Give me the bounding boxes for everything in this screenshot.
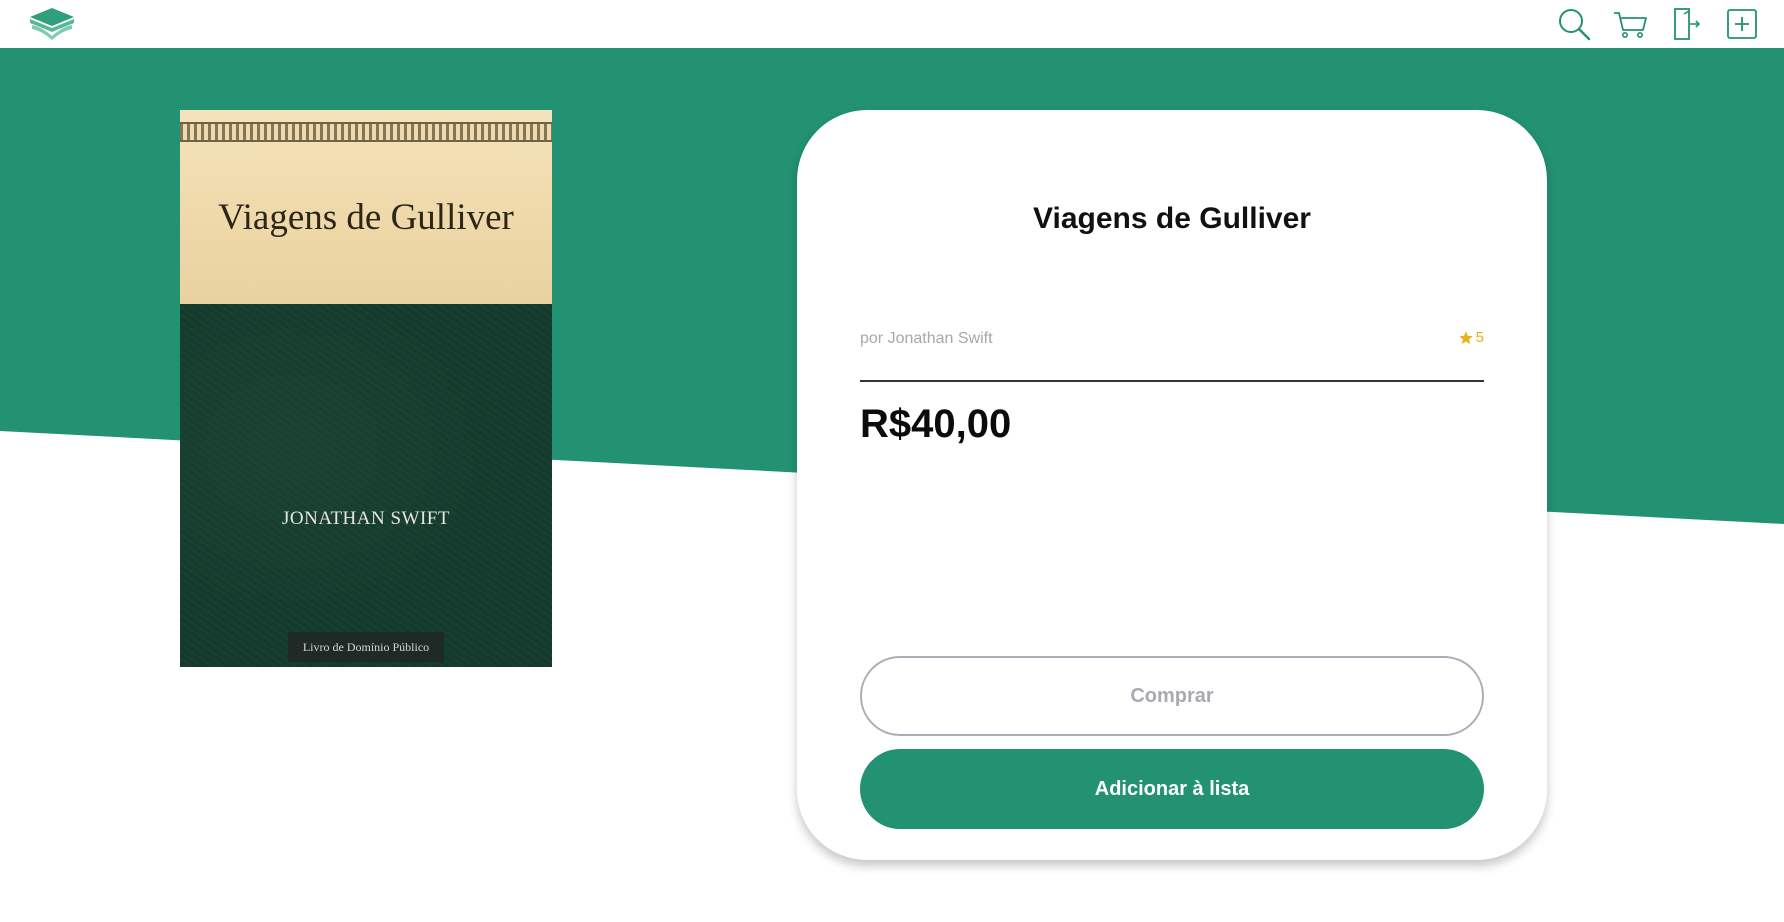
add-to-list-button[interactable]: Adicionar à lista [860,749,1484,829]
book-price: R$40,00 [860,402,1012,446]
logout-door-icon[interactable] [1668,6,1704,42]
book-logo-icon[interactable] [26,3,78,41]
search-icon[interactable] [1556,6,1592,42]
book-author: por Jonathan Swift [860,330,993,347]
book-title: Viagens de Gulliver [1033,202,1311,235]
cover-badge: Livro de Domínio Público [288,632,444,662]
book-cover-image: Viagens de Gulliver JONATHAN SWIFT Livro… [180,110,552,667]
book-detail-card: Viagens de Gulliver por Jonathan Swift 5… [797,110,1547,860]
divider [860,380,1484,382]
rating-value: 5 [1475,329,1484,346]
header-actions [1556,6,1760,42]
add-icon[interactable] [1724,6,1760,42]
buy-button[interactable]: Comprar [860,656,1484,736]
cover-bottom-panel [180,304,552,667]
top-navigation-bar [0,0,1784,48]
cover-ornament-line [180,140,552,142]
star-icon [1458,330,1473,344]
book-rating: 5 [1458,329,1484,346]
cart-icon[interactable] [1612,6,1648,42]
cover-author: JONATHAN SWIFT [282,508,450,529]
cover-ornament-border [180,124,552,140]
cover-title: Viagens de Gulliver [218,197,514,238]
